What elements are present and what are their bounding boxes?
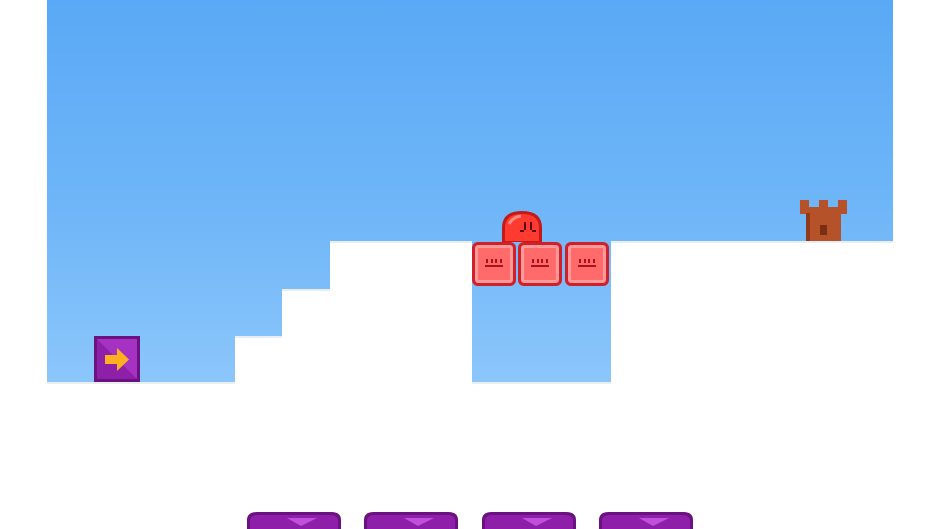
arrow-right-icon (94, 336, 140, 382)
block-face-icon (577, 257, 597, 271)
red-face-block (472, 242, 516, 286)
control-button-icon (364, 512, 458, 529)
red-blob-hero[interactable] (499, 208, 545, 244)
right-arrow-tile[interactable] (94, 336, 140, 382)
control-button-icon (599, 512, 693, 529)
block-face-icon (484, 257, 504, 271)
plateau-right (611, 241, 893, 529)
control-button-2[interactable] (364, 512, 458, 529)
control-button-icon (482, 512, 576, 529)
ground-pit-floor (472, 382, 611, 529)
control-button-3[interactable] (482, 512, 576, 529)
game-canvas[interactable] (0, 0, 940, 529)
control-button-4[interactable] (599, 512, 693, 529)
castle-tower-icon (800, 199, 847, 241)
red-face-block (565, 242, 609, 286)
blob-hero-icon (502, 211, 542, 242)
red-face-block (518, 242, 562, 286)
stair-step-3 (330, 241, 472, 529)
block-face-icon (530, 257, 550, 271)
control-button-icon (247, 512, 341, 529)
control-button-1[interactable] (247, 512, 341, 529)
